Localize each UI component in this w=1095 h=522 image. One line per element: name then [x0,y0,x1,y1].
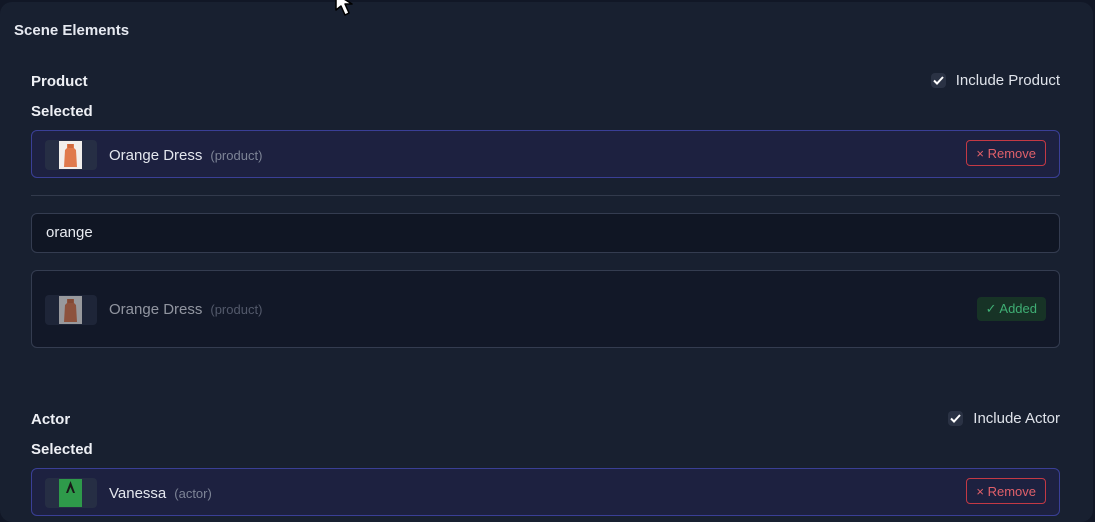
product-results-list: Orange Dress (product) ✓ Added [31,270,1060,348]
product-heading: Product [31,73,88,90]
actor-selected-label: Selected [31,441,93,458]
include-actor-toggle[interactable]: Include Actor [948,410,1060,427]
dress-image-icon [64,144,77,167]
include-product-checkbox[interactable] [930,73,946,88]
actor-thumbnail [45,478,97,508]
remove-actor-button[interactable]: × Remove [966,478,1046,504]
include-actor-checkbox[interactable] [948,411,964,426]
include-product-label: Include Product [955,72,1060,89]
remove-product-button[interactable]: × Remove [966,140,1046,166]
result-row[interactable]: Orange Dress (product) [32,286,1059,332]
checkmark-icon [950,414,962,423]
mouse-cursor-icon [335,0,353,16]
selected-product-row: Orange Dress (product) × Remove [31,130,1060,178]
selected-actor-row: Vanessa (actor) × Remove [31,468,1060,516]
actor-heading: Actor [31,411,71,428]
selected-actor-type: (actor) [174,486,212,501]
added-badge: ✓ Added [976,297,1046,321]
include-actor-label: Include Actor [973,410,1060,427]
include-product-toggle[interactable]: Include Product [930,72,1060,89]
selected-product-name: Orange Dress (product) [109,147,263,164]
result-product-name: Orange Dress (product) [109,301,263,318]
product-thumbnail [45,140,97,170]
dress-image-icon [64,299,77,322]
divider [31,195,1060,196]
scene-elements-panel: Scene Elements Product Include Product S… [0,2,1093,522]
person-image-icon [66,481,75,493]
result-thumbnail [45,295,97,325]
product-search-input[interactable]: orange [31,213,1060,253]
panel-title: Scene Elements [14,22,130,39]
selected-product-type: (product) [210,148,263,163]
checkmark-icon [933,76,944,85]
selected-actor-name: Vanessa (actor) [109,485,212,502]
product-selected-label: Selected [31,103,93,120]
result-product-type: (product) [210,302,263,317]
